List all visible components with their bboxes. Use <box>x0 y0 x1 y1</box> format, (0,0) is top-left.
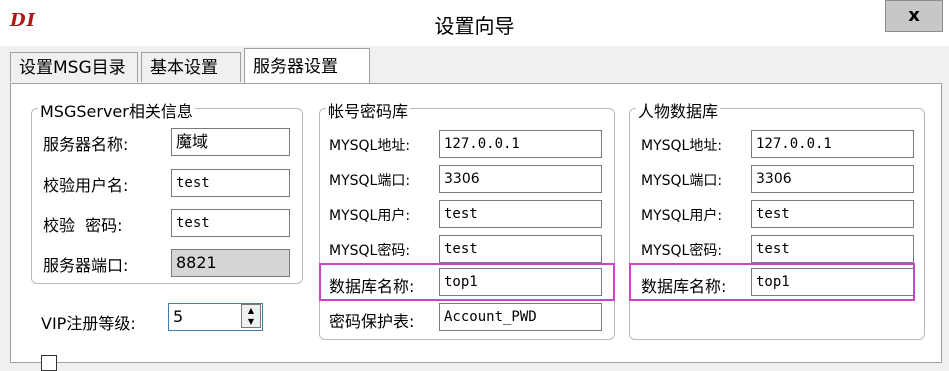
account-mysql-user-field[interactable]: test <box>439 200 602 228</box>
pwd-table-field[interactable]: Account_PWD <box>439 303 602 331</box>
verify-user-label: 校验用户名: <box>43 176 129 195</box>
account-mysql-addr-field[interactable]: 127.0.0.1 <box>439 130 602 158</box>
verify-pwd-field[interactable]: test <box>171 209 290 237</box>
account-db-group-title: 帐号密码库 <box>326 98 411 122</box>
window-title: 设置向导 <box>434 14 515 38</box>
server-port-label: 服务器端口: <box>43 256 129 275</box>
server-port-field: 8821 <box>171 249 290 277</box>
account-mysql-addr-label: MYSQL地址: <box>329 138 411 154</box>
char-mysql-port-label: MYSQL端口: <box>641 173 723 189</box>
account-mysql-pwd-label: MYSQL密码: <box>329 243 411 259</box>
char-mysql-addr-field[interactable]: 127.0.0.1 <box>751 130 914 158</box>
verify-user-field[interactable]: test <box>171 169 290 197</box>
account-mysql-port-label: MYSQL端口: <box>329 173 411 189</box>
vip-level-spinner[interactable]: ▲ ▼ <box>241 304 261 328</box>
account-mysql-port-field[interactable]: 3306 <box>439 165 602 193</box>
char-db-group-title: 人物数据库 <box>636 98 721 122</box>
char-db-name-highlight <box>629 263 915 301</box>
vip-level-label: VIP注册等级: <box>41 314 136 333</box>
tab-server-settings[interactable]: 服务器设置 <box>244 48 370 83</box>
verify-pwd-label: 校验 密码: <box>43 216 123 235</box>
char-mysql-user-field[interactable]: test <box>751 200 914 228</box>
char-mysql-pwd-field[interactable]: test <box>751 235 914 263</box>
bottom-checkbox[interactable] <box>41 355 57 371</box>
char-mysql-pwd-label: MYSQL密码: <box>641 243 723 259</box>
char-mysql-addr-label: MYSQL地址: <box>641 138 723 154</box>
settings-panel: MSGServer相关信息 服务器名称: 魔域 校验用户名: test 校验 密… <box>10 83 942 371</box>
spin-down-icon[interactable]: ▼ <box>242 316 260 327</box>
title-bar: DI 设置向导 x <box>0 0 949 46</box>
db-name-highlight <box>319 263 615 301</box>
pwd-table-label: 密码保护表: <box>329 312 415 331</box>
char-mysql-port-field[interactable]: 3306 <box>751 165 914 193</box>
spin-up-icon[interactable]: ▲ <box>242 305 260 316</box>
server-name-field[interactable]: 魔域 <box>171 128 290 156</box>
account-mysql-pwd-field[interactable]: test <box>439 235 602 263</box>
tab-basic-settings[interactable]: 基本设置 <box>141 52 241 82</box>
server-name-label: 服务器名称: <box>43 135 129 154</box>
tab-msg-directory[interactable]: 设置MSG目录 <box>10 52 138 82</box>
char-mysql-user-label: MYSQL用户: <box>641 208 723 224</box>
msgserver-group-title: MSGServer相关信息 <box>38 98 195 122</box>
account-mysql-user-label: MYSQL用户: <box>329 208 411 224</box>
close-button[interactable]: x <box>885 0 943 32</box>
